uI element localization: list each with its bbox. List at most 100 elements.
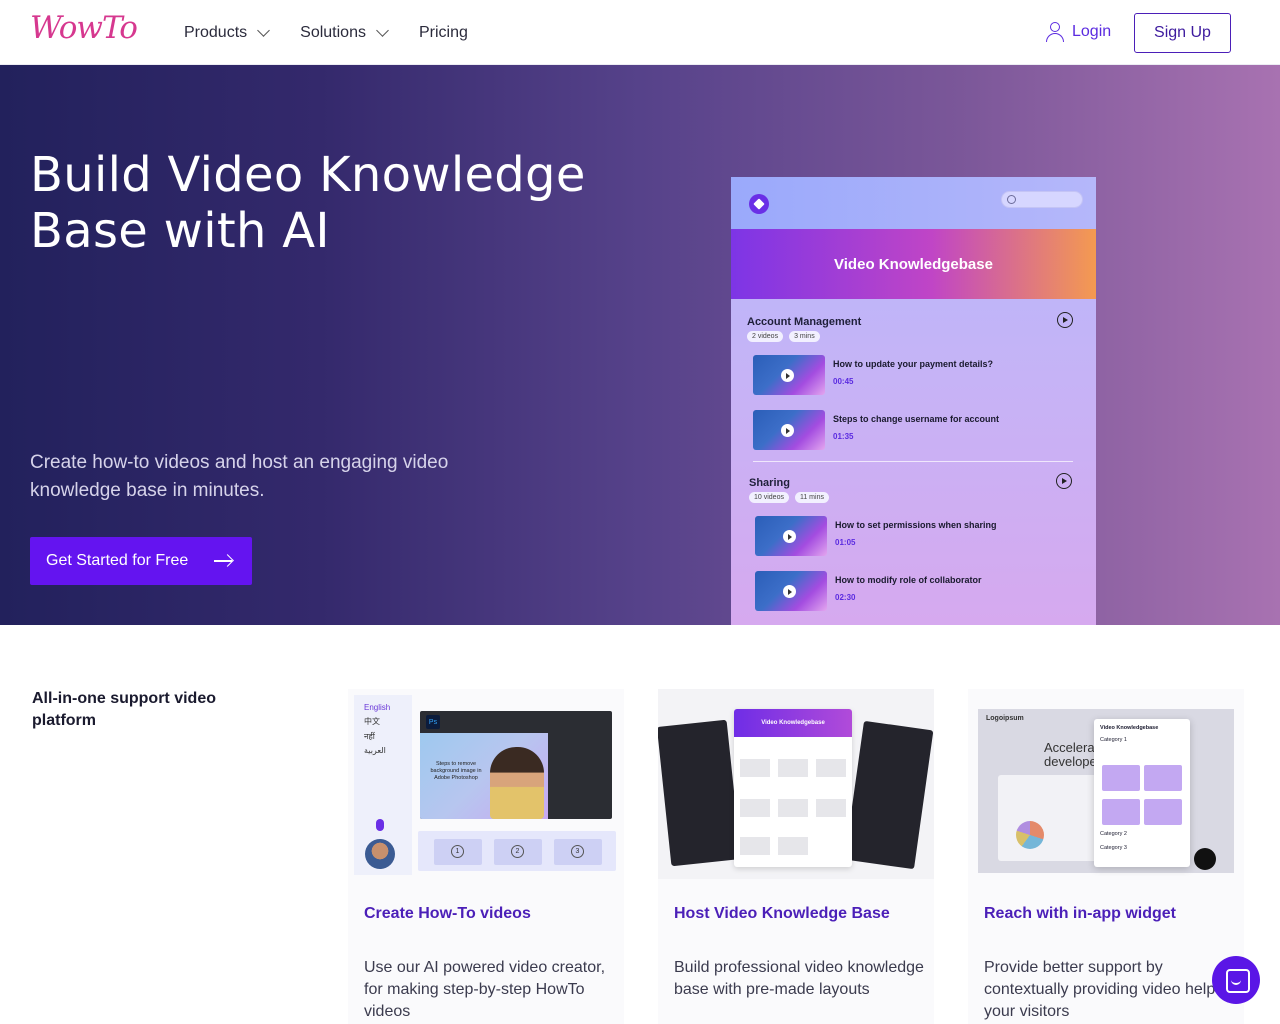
thumb-row <box>740 837 808 855</box>
nav-solutions-label: Solutions <box>300 24 366 41</box>
play-icon <box>783 530 796 543</box>
photoshop-icon: Ps <box>426 715 440 729</box>
widget-category: Category 2 <box>1100 831 1127 837</box>
widget-tile <box>1102 765 1140 791</box>
kb-section-meta: 10 videos 11 mins <box>749 492 829 503</box>
step-tile: 3 <box>554 839 602 865</box>
nav-pricing[interactable]: Pricing <box>419 22 468 44</box>
video-thumbnail <box>753 355 825 395</box>
widget-tile <box>1102 799 1140 825</box>
videos-count-badge: 10 videos <box>749 492 789 503</box>
feature-card-desc: Build professional video knowledge base … <box>674 959 924 998</box>
feature-card-title: Reach with in-app widget <box>984 905 1177 922</box>
videos-count-badge: 2 videos <box>747 331 784 342</box>
login-link[interactable]: Login <box>1046 22 1111 42</box>
hero-section: Build Video Knowledge Base with AI Creat… <box>0 65 1280 625</box>
chevron-down-icon <box>376 24 389 37</box>
wowto-logo[interactable]: WowTo <box>30 10 138 46</box>
video-widget-icon <box>1194 848 1216 870</box>
hero-title: Build Video Knowledge Base with AI <box>30 147 586 259</box>
arrow-right-icon <box>214 560 232 562</box>
signup-button[interactable]: Sign Up <box>1134 13 1231 53</box>
step-tile: 1 <box>434 839 482 865</box>
widget-title: Video Knowledgebase <box>1100 725 1159 731</box>
list-item: How to set permissions when sharing 01:0… <box>755 516 1075 558</box>
step-number: 2 <box>511 845 524 858</box>
kb-preview: Video Knowledgebase Account Management 2… <box>731 177 1096 625</box>
person-image <box>490 747 544 819</box>
feature-card-title: Host Video Knowledge Base <box>674 905 890 922</box>
feature-card-desc: Provide better support by contextually p… <box>984 959 1234 1020</box>
video-thumbnail <box>755 516 827 556</box>
duration-badge: 11 mins <box>794 492 829 503</box>
video-title: How to update your payment details? <box>833 359 994 369</box>
widget-category: Category 3 <box>1100 845 1127 851</box>
list-item: Steps to change username for account 01:… <box>753 410 1073 452</box>
play-icon <box>781 424 794 437</box>
dark-layout-left <box>658 719 742 867</box>
language-item: English <box>364 703 391 712</box>
language-item: 中文 <box>364 717 380 726</box>
brand-name: Logoipsum <box>986 715 1024 722</box>
step-number: 3 <box>571 845 584 858</box>
kb-section-title: Account Management <box>747 316 862 328</box>
nav-solutions[interactable]: Solutions <box>300 22 389 44</box>
feature-card-create[interactable]: English 中文 नहीं العربية Ps Steps to remo… <box>348 689 624 1024</box>
feature-illustration: Video Knowledgebase <box>658 689 934 879</box>
video-duration: 01:05 <box>835 538 856 547</box>
feature-illustration: English 中文 नहीं العربية Ps Steps to remo… <box>348 689 624 879</box>
feature-card-host[interactable]: Video Knowledgebase Host Video Knowledge… <box>658 689 934 1024</box>
video-thumbnail <box>753 410 825 450</box>
play-icon <box>781 369 794 382</box>
thumb-row <box>740 759 846 777</box>
kb-layout: Video Knowledgebase <box>734 709 852 867</box>
feature-illustration: Logoipsum Accelerate developer Video Kno… <box>968 689 1244 879</box>
in-app-widget: Video Knowledgebase Category 1 Category … <box>1094 719 1190 867</box>
top-nav: WowTo Products Solutions Pricing Login S… <box>0 0 1280 65</box>
feature-card-widget[interactable]: Logoipsum Accelerate developer Video Kno… <box>968 689 1244 1024</box>
video-title: How to set permissions when sharing <box>835 520 997 530</box>
video-title: How to modify role of collaborator <box>835 575 982 585</box>
microphone-icon <box>376 819 384 831</box>
video-thumbnail <box>755 571 827 611</box>
play-circle-icon <box>1057 312 1073 328</box>
photo-caption: Steps to remove background image in Adob… <box>430 761 482 781</box>
kb-logo-icon <box>749 194 769 214</box>
editor-photo: Steps to remove background image in Adob… <box>420 733 548 819</box>
nav-links: Products Solutions Pricing <box>184 22 500 44</box>
kb-section-title: Sharing <box>749 477 790 489</box>
login-label: Login <box>1072 23 1112 40</box>
kb-preview-header <box>731 177 1096 229</box>
get-started-label: Get Started for Free <box>46 552 189 569</box>
play-icon <box>783 585 796 598</box>
duration-badge: 3 mins <box>789 331 820 342</box>
kb-layout-title: Video Knowledgebase <box>734 709 852 737</box>
divider <box>753 461 1073 462</box>
thumb-row <box>740 799 846 817</box>
nav-products[interactable]: Products <box>184 22 271 44</box>
nav-products-label: Products <box>184 24 248 41</box>
video-title: Steps to change username for account <box>833 414 1000 424</box>
step-number: 1 <box>451 845 464 858</box>
feature-card-title: Create How-To videos <box>364 905 531 922</box>
kb-banner: Video Knowledgebase <box>731 229 1096 299</box>
list-item: How to modify role of collaborator 02:30 <box>755 571 1075 613</box>
hero-subtitle: Create how-to videos and host an engagin… <box>30 452 449 501</box>
widget-tile <box>1144 799 1182 825</box>
pie-chart-icon <box>1016 821 1044 849</box>
kb-search-field <box>1001 191 1083 208</box>
kb-section-meta: 2 videos 3 mins <box>747 331 820 342</box>
language-item: العربية <box>364 746 386 755</box>
list-item: How to update your payment details? 00:4… <box>753 355 1073 397</box>
language-item: नहीं <box>364 732 375 741</box>
widget-category: Category 1 <box>1100 737 1127 743</box>
features-heading: All-in-one support video platform <box>32 690 216 729</box>
video-duration: 00:45 <box>833 377 854 386</box>
play-circle-icon <box>1056 473 1072 489</box>
get-started-button[interactable]: Get Started for Free <box>30 537 252 585</box>
chat-launcher-icon[interactable] <box>1212 956 1260 1004</box>
video-duration: 02:30 <box>835 593 856 602</box>
video-duration: 01:35 <box>833 432 854 441</box>
chevron-down-icon <box>257 24 271 37</box>
feature-card-desc: Use our AI powered video creator, for ma… <box>364 959 606 1020</box>
